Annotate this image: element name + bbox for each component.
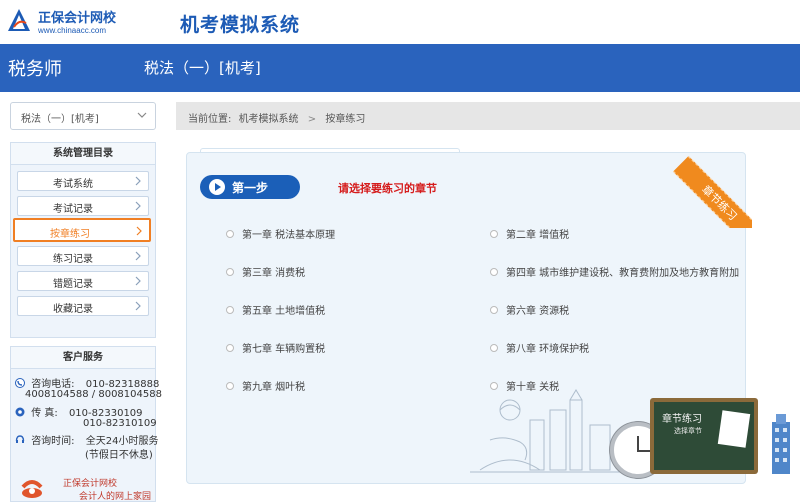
radio-button[interactable] — [490, 306, 498, 314]
chevron-right-icon — [135, 276, 141, 286]
instruction-text: 请选择要练习的章节 — [338, 182, 437, 195]
chapter-option[interactable]: 第五章 土地增值税 — [226, 302, 325, 317]
chapter-option[interactable]: 第六章 资源税 — [490, 302, 569, 317]
breadcrumb-item-current: 按章练习 — [325, 114, 366, 125]
logo-url: www.chinaacc.com — [38, 26, 107, 35]
ribbon-label: 章节练习 — [673, 156, 752, 228]
menu-item-exam-records[interactable]: 考试记录 — [17, 196, 149, 216]
chevron-right-icon — [136, 226, 142, 236]
chalkboard-subtitle: 选择章节 — [674, 427, 702, 435]
play-icon — [209, 179, 225, 195]
radio-button[interactable] — [226, 306, 234, 314]
chalkboard-surface: 章节练习 选择章节 — [654, 402, 754, 470]
corner-ribbon: 章节练习 — [672, 152, 752, 228]
cs-fax-row: 传 真: 010-82330109 — [15, 404, 143, 419]
chalkboard-illustration: 章节练习 选择章节 — [650, 398, 758, 474]
cs-hours-label: 咨询时间: — [31, 436, 75, 447]
breadcrumb-separator: > — [307, 114, 317, 125]
radio-button[interactable] — [490, 230, 498, 238]
menu-item-label: 收藏记录 — [53, 304, 93, 315]
chapter-option[interactable]: 第八章 环境保护税 — [490, 340, 589, 355]
chapter-label: 第七章 车辆购置税 — [242, 344, 326, 355]
cs-hours-note: (节假日不休息) — [85, 450, 153, 461]
menu-item-label: 考试系统 — [53, 179, 93, 190]
cs-phone-row: 咨询电话: 010-82318888 — [15, 375, 159, 390]
building-icon — [772, 414, 790, 474]
fax-icon — [15, 407, 25, 417]
chapter-option[interactable]: 第一章 税法基本原理 — [226, 226, 335, 241]
chapter-label: 第六章 资源税 — [506, 306, 570, 317]
menu-item-chapter-practice[interactable]: 按章练习 — [13, 218, 151, 242]
breadcrumb: 当前位置: 机考模拟系统 > 按章练习 — [176, 102, 800, 130]
chapter-option[interactable]: 第四章 城市维护建设税、教育费附加及地方教育附加 — [490, 264, 739, 279]
chapter-label: 第九章 烟叶税 — [242, 382, 306, 393]
chapter-option[interactable]: 第七章 车辆购置税 — [226, 340, 325, 355]
chapter-label: 第五章 土地增值税 — [242, 306, 326, 317]
menu-item-exam-system[interactable]: 考试系统 — [17, 171, 149, 191]
chapter-option[interactable]: 第三章 消费税 — [226, 264, 305, 279]
chevron-right-icon — [135, 301, 141, 311]
logo-mark-icon — [8, 9, 30, 31]
top-header: 正保会计网校 www.chinaacc.com 机考模拟系统 — [0, 0, 800, 44]
breadcrumb-trail: 当前位置: 机考模拟系统 > 按章练习 — [188, 110, 365, 125]
chapter-option[interactable]: 第二章 增值税 — [490, 226, 569, 241]
cs-hours-row: 咨询时间: 全天24小时服务 — [15, 432, 158, 447]
chevron-right-icon — [135, 251, 141, 261]
phone-icon — [15, 378, 25, 388]
pinned-paper — [717, 410, 751, 448]
chapter-label: 第二章 增值税 — [506, 230, 570, 241]
radio-button[interactable] — [490, 344, 498, 352]
step-one-button[interactable]: 第一步 — [200, 175, 300, 199]
sidebar: 税法（一）[机考] 系统管理目录 考试系统 考试记录 按章练习 练习记录 错题记… — [0, 92, 166, 502]
menu-item-label: 考试记录 — [53, 204, 93, 215]
menu-item-favorites[interactable]: 收藏记录 — [17, 296, 149, 316]
radio-button[interactable] — [226, 382, 234, 390]
cs-footer-brand: 正保会计网校 — [63, 479, 118, 489]
cs-phone2: 4008104588 / 8008104588 — [25, 389, 162, 400]
radio-button[interactable] — [226, 230, 234, 238]
cs-footer-slogan: 会计人的网上家园 — [79, 492, 152, 502]
chapter-label: 第一章 税法基本原理 — [242, 230, 336, 241]
menu-title: 系统管理目录 — [11, 143, 155, 165]
radio-button[interactable] — [490, 268, 498, 276]
chapter-label: 第三章 消费税 — [242, 268, 306, 279]
breadcrumb-prefix: 当前位置: — [188, 114, 232, 125]
radio-button[interactable] — [226, 268, 234, 276]
subject-select[interactable]: 税法（一）[机考] — [10, 102, 156, 130]
chevron-right-icon — [135, 176, 141, 186]
chinaacc-logo[interactable]: 正保会计网校 www.chinaacc.com — [6, 5, 122, 39]
subject-select-value: 税法（一）[机考] — [21, 114, 99, 125]
radio-button[interactable] — [226, 344, 234, 352]
subject-name: 税法（一）[机考] — [144, 59, 261, 77]
menu-item-label: 错题记录 — [53, 279, 93, 290]
step-one-label: 第一步 — [232, 181, 269, 195]
exam-header-bar: 税务师 税法（一）[机考] — [0, 44, 800, 92]
chalkboard-title: 章节练习 — [662, 414, 702, 425]
menu-item-practice-records[interactable]: 练习记录 — [17, 246, 149, 266]
headset-icon — [15, 435, 25, 443]
system-menu-panel: 系统管理目录 考试系统 考试记录 按章练习 练习记录 错题记录 收藏记录 — [10, 142, 156, 338]
chevron-right-icon — [135, 201, 141, 211]
menu-item-label: 练习记录 — [53, 254, 93, 265]
telephone-graphic-icon — [21, 480, 43, 498]
exam-name: 税务师 — [8, 59, 62, 80]
logo-name: 正保会计网校 — [38, 11, 117, 26]
menu-item-wrong-answers[interactable]: 错题记录 — [17, 271, 149, 291]
cs-fax2: 010-82310109 — [83, 418, 157, 429]
chapter-label: 第四章 城市维护建设税、教育费附加及地方教育附加 — [506, 268, 740, 279]
app-title: 机考模拟系统 — [180, 14, 301, 36]
chapter-option[interactable]: 第九章 烟叶税 — [226, 378, 305, 393]
cs-fax-label: 传 真: — [31, 408, 58, 419]
chevron-down-icon — [137, 112, 147, 118]
breadcrumb-item-system[interactable]: 机考模拟系统 — [239, 114, 299, 125]
menu-item-label: 按章练习 — [50, 229, 90, 240]
chapter-label: 第八章 环境保护税 — [506, 344, 590, 355]
customer-service-panel: 客户服务 咨询电话: 010-82318888 4008104588 / 800… — [10, 346, 162, 502]
customer-service-title: 客户服务 — [11, 347, 155, 369]
